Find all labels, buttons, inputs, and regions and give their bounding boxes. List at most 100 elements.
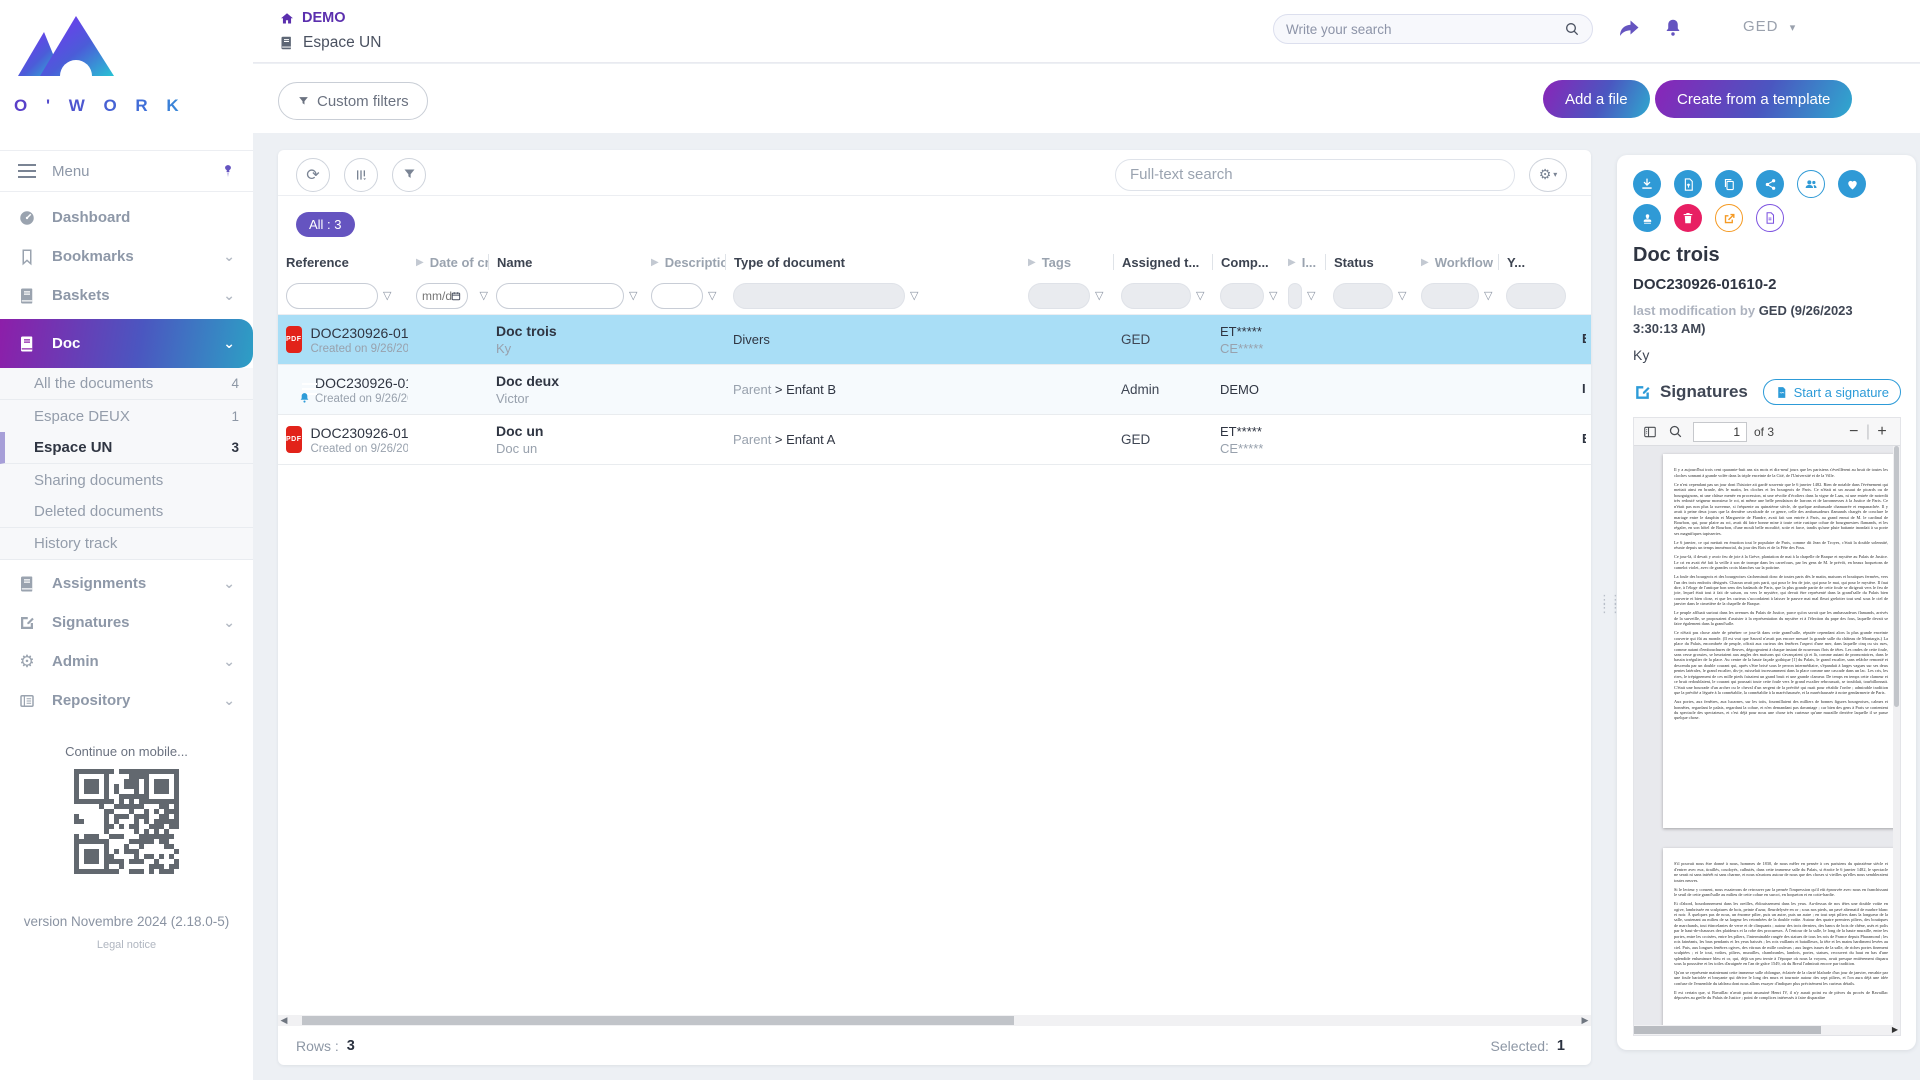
table-row[interactable]: PDF DOC230926-01610-2 Created on 9/26/20… <box>278 315 1591 365</box>
scroll-left-arrow-icon[interactable]: ◀ <box>278 1015 290 1026</box>
column-header-tags[interactable]: ▶Tags <box>1020 254 1113 270</box>
scroll-right-arrow-icon[interactable]: ▶ <box>1892 1025 1898 1035</box>
scrollbar-thumb[interactable] <box>1634 1026 1821 1034</box>
bell-icon[interactable] <box>1662 16 1684 40</box>
filter-button[interactable] <box>392 158 426 192</box>
copy-icon[interactable] <box>1715 170 1743 198</box>
filter-funnel-icon[interactable]: ▽ <box>1484 289 1492 302</box>
filter-funnel-icon[interactable]: ▽ <box>480 289 488 302</box>
y-filter-input[interactable] <box>1506 283 1566 309</box>
sidebar-item-bookmarks[interactable]: Bookmarks ⌄ <box>0 237 253 276</box>
custom-filters-button[interactable]: Custom filters <box>278 82 428 120</box>
sidebar-item-baskets[interactable]: Baskets ⌄ <box>0 276 253 315</box>
sidebar-item-signatures[interactable]: Signatures ⌄ <box>0 603 253 642</box>
table-row[interactable]: DOC230926-01609-0 Created on 9/26/2023 3… <box>278 365 1591 415</box>
heart-icon[interactable] <box>1838 170 1866 198</box>
column-header-type[interactable]: Type of document <box>725 254 1020 270</box>
sidebar-item-dashboard[interactable]: Dashboard <box>0 198 253 237</box>
tags-filter-input[interactable] <box>1028 283 1090 309</box>
create-from-template-button[interactable]: Create from a template <box>1655 80 1852 118</box>
name-filter-input[interactable] <box>496 283 624 309</box>
scrollbar-thumb[interactable] <box>1894 446 1899 707</box>
filter-funnel-icon[interactable]: ▽ <box>1398 289 1406 302</box>
sidebar-menu-toggle[interactable]: Menu <box>0 150 253 192</box>
stamp-icon[interactable] <box>1633 204 1661 232</box>
pin-icon[interactable] <box>221 163 235 179</box>
sidebar-item-deleted-documents[interactable]: Deleted documents <box>0 496 253 528</box>
zoom-out-button[interactable]: − <box>1844 423 1864 441</box>
column-header-i[interactable]: ▶I... <box>1280 254 1325 270</box>
pdf-horizontal-scrollbar[interactable]: ▶ <box>1634 1025 1900 1035</box>
column-header-status[interactable]: Status <box>1325 254 1413 270</box>
sidebar-toggle-icon[interactable] <box>1642 425 1658 439</box>
column-header-company[interactable]: Comp... <box>1212 254 1280 270</box>
search-icon[interactable] <box>1668 424 1683 439</box>
i-filter-input[interactable] <box>1288 283 1302 309</box>
share-nodes-icon[interactable] <box>1756 170 1784 198</box>
zoom-in-button[interactable]: + <box>1872 423 1892 441</box>
workspace-breadcrumb[interactable]: DEMO <box>279 10 346 26</box>
refresh-button[interactable]: ⟳ <box>296 158 330 192</box>
type-filter-input[interactable] <box>733 283 905 309</box>
sidebar-item-admin[interactable]: ⚙ Admin ⌄ <box>0 642 253 681</box>
pdf-page-area[interactable]: Il y a aujourd'hui trois cent quarante-h… <box>1634 446 1900 1025</box>
sidebar-item-all-documents[interactable]: All the documents 4 <box>0 368 253 400</box>
scrollbar-thumb[interactable] <box>302 1016 1014 1025</box>
status-filter-input[interactable] <box>1333 283 1393 309</box>
filter-funnel-icon[interactable]: ▽ <box>383 289 391 302</box>
owork-logo-text: O ' W O R K <box>14 96 253 116</box>
global-search-input[interactable] <box>1286 22 1564 37</box>
download-icon[interactable] <box>1633 170 1661 198</box>
legal-notice-link[interactable]: Legal notice <box>0 939 253 951</box>
column-header-reference[interactable]: Reference <box>278 254 408 270</box>
column-header-y[interactable]: Y... <box>1498 254 1591 270</box>
sidebar-item-espace-un[interactable]: Espace UN 3 <box>0 432 253 464</box>
table-settings-button[interactable]: ⚙ ▾ <box>1529 158 1567 192</box>
trash-icon[interactable] <box>1674 204 1702 232</box>
calendar-icon[interactable] <box>451 291 461 301</box>
company-filter-input[interactable] <box>1220 283 1264 309</box>
sidebar-item-sharing-documents[interactable]: Sharing documents <box>0 464 253 496</box>
add-file-button[interactable]: Add a file <box>1543 80 1650 118</box>
reference-filter-input[interactable] <box>286 283 378 309</box>
page-number-input[interactable] <box>1693 422 1747 442</box>
workflow-filter-input[interactable] <box>1421 283 1479 309</box>
scroll-right-arrow-icon[interactable]: ▶ <box>1579 1015 1591 1026</box>
sidebar-item-history-track[interactable]: History track <box>0 528 253 560</box>
sidebar-item-espace-deux[interactable]: Espace DEUX 1 <box>0 400 253 432</box>
sidebar-item-doc[interactable]: Doc ⌄ <box>0 319 253 368</box>
filter-funnel-icon[interactable]: ▽ <box>1269 289 1277 302</box>
all-count-chip[interactable]: All : 3 <box>296 212 355 237</box>
panel-resize-handle[interactable]: ⋮⋮⋮⋮ <box>1598 596 1620 612</box>
assigned-filter-input[interactable] <box>1121 283 1191 309</box>
share-forward-icon[interactable] <box>1616 16 1642 40</box>
filter-funnel-icon[interactable]: ▽ <box>910 289 918 302</box>
column-header-workflow[interactable]: ▶Workflow <box>1413 254 1498 270</box>
filter-funnel-icon[interactable]: ▽ <box>1307 289 1315 302</box>
table-horizontal-scrollbar[interactable]: ◀ ▶ <box>278 1014 1591 1027</box>
sidebar-item-assignments[interactable]: Assignments ⌄ <box>0 564 253 603</box>
external-link-icon[interactable] <box>1715 204 1743 232</box>
description-filter-input[interactable] <box>651 283 703 309</box>
users-icon[interactable] <box>1797 170 1825 198</box>
filter-funnel-icon[interactable]: ▽ <box>1095 289 1103 302</box>
search-icon[interactable] <box>1564 21 1580 37</box>
column-header-date[interactable]: ▶Date of cr... <box>408 254 488 270</box>
document-icon[interactable] <box>1756 204 1784 232</box>
filter-funnel-icon[interactable]: ▽ <box>629 289 637 302</box>
filter-funnel-icon[interactable]: ▽ <box>1196 289 1204 302</box>
column-header-assigned[interactable]: Assigned t... <box>1113 254 1212 270</box>
pdf-page-1: Il y a aujourd'hui trois cent quarante-h… <box>1663 454 1899 828</box>
sidebar-item-repository[interactable]: Repository ⌄ <box>0 681 253 720</box>
upload-version-icon[interactable] <box>1674 170 1702 198</box>
columns-button[interactable] <box>344 158 378 192</box>
table-row[interactable]: PDF DOC230926-01608-0 Created on 9/26/20… <box>278 415 1591 465</box>
column-header-name[interactable]: Name <box>488 254 643 270</box>
fulltext-search-input[interactable] <box>1130 166 1500 183</box>
column-header-description[interactable]: ▶Description <box>643 254 725 270</box>
filter-funnel-icon[interactable]: ▽ <box>708 289 716 302</box>
start-signature-button[interactable]: Start a signature <box>1763 379 1901 405</box>
user-menu[interactable]: GED ▾ <box>1743 18 1796 35</box>
space-breadcrumb[interactable]: Espace UN <box>279 34 381 52</box>
pdf-vertical-scrollbar[interactable] <box>1893 446 1900 1025</box>
